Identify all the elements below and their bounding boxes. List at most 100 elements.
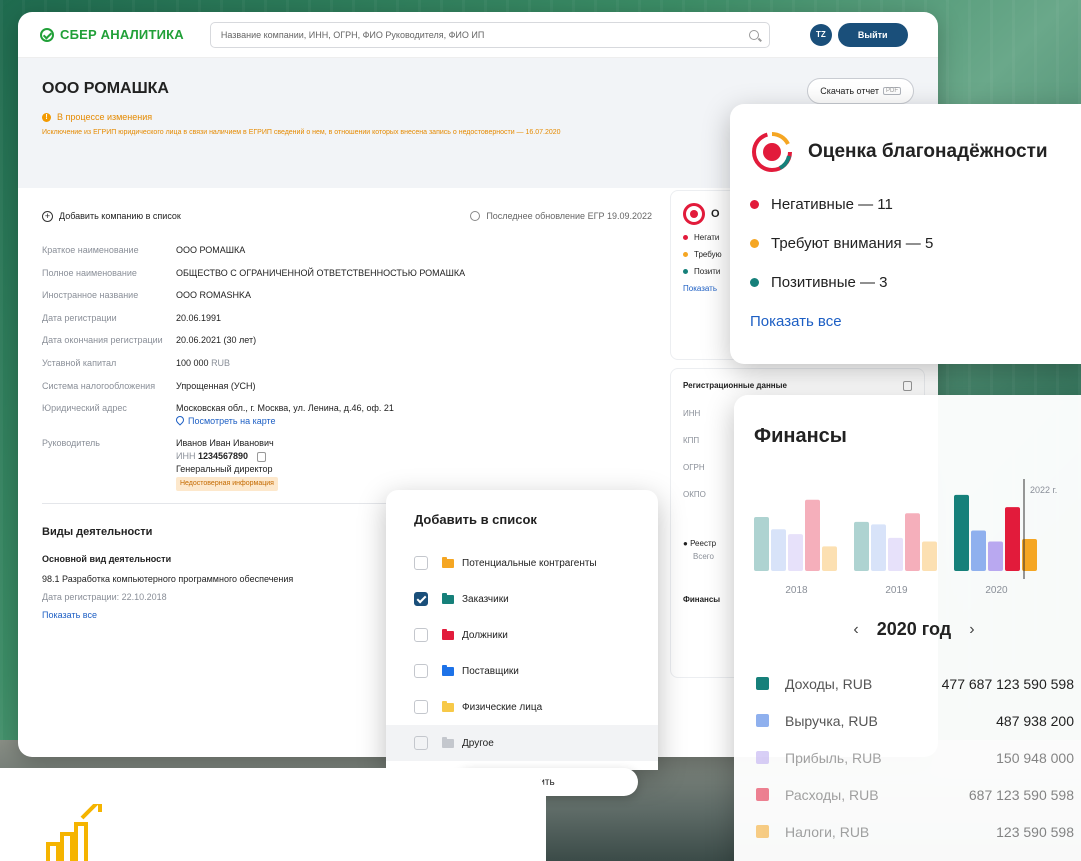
bar-2020-3[interactable] — [1005, 507, 1020, 571]
head-inn-prefix: ИНН — [176, 450, 196, 461]
bar-2019-1[interactable] — [871, 524, 886, 571]
add-to-list-button[interactable]: + Добавить компанию в список — [42, 210, 181, 222]
finance-row-value: 477 687 123 590 598 — [941, 675, 1074, 692]
bar-2018-1[interactable] — [771, 529, 786, 571]
bar-2018-3[interactable] — [805, 499, 820, 571]
finance-row-taxes: Налоги, RUB 123 590 598 — [756, 813, 1074, 850]
checkbox[interactable] — [414, 736, 428, 750]
capital-value: 100 000 — [176, 357, 209, 368]
list-option-label: Потенциальные контрагенты — [462, 557, 597, 569]
finance-row-profit: Прибыль, RUB 150 948 000 — [756, 739, 1074, 776]
avatar[interactable]: TZ — [809, 23, 832, 46]
finance-legend: Доходы, RUB 477 687 123 590 598 Выручка, … — [756, 665, 1074, 850]
finance-row-label: Прибыль, RUB — [785, 749, 882, 766]
list-option-debtors[interactable]: Должники — [414, 617, 630, 653]
download-report-button[interactable]: Скачать отчет PDF — [807, 78, 914, 104]
brand-name: СБЕР АНАЛИТИКА — [60, 27, 184, 42]
finance-row-value: 150 948 000 — [996, 749, 1074, 766]
folder-icon — [442, 628, 454, 640]
finance-bar-chart[interactable]: 2018 2019 2020 2022 г. — [748, 479, 1078, 599]
list-option-label: Должники — [462, 629, 508, 641]
mini-label: Позити — [694, 267, 721, 276]
actions-row: + Добавить компанию в список Последнее о… — [42, 188, 652, 244]
hover-year-label: 2022 г. — [1030, 485, 1057, 495]
finance-row-value: 123 590 598 — [996, 823, 1074, 840]
list-option-label: Поставщики — [462, 665, 519, 677]
reliability-header: Оценка благонадёжности — [750, 130, 1070, 174]
reliability-ring-icon — [752, 132, 792, 172]
chevron-right-icon[interactable]: › — [969, 621, 974, 639]
pdf-icon: PDF — [883, 87, 901, 95]
folder-icon — [442, 736, 454, 748]
orange-dot-icon — [750, 239, 759, 248]
finance-title: Финансы — [754, 425, 847, 447]
finance-row-label: Доходы, RUB — [785, 675, 873, 692]
finance-row-value: 687 123 590 598 — [968, 786, 1074, 803]
bar-2018-0[interactable] — [754, 516, 769, 571]
brand-logo[interactable]: СБЕР АНАЛИТИКА — [40, 27, 184, 42]
search-placeholder[interactable]: Название компании, ИНН, ОГРН, ФИО Руково… — [221, 30, 749, 40]
list-option-label: Физические лица — [462, 701, 543, 713]
registry-label: Реестр — [690, 539, 717, 548]
last-update-text: Последнее обновление ЕГР 19.09.2022 — [486, 211, 652, 221]
detail-label: Краткое наименование — [42, 245, 139, 255]
finance-row-value: 487 938 200 — [996, 712, 1074, 729]
copy-icon[interactable] — [256, 451, 266, 462]
capital-currency: RUB — [211, 357, 231, 368]
logout-button[interactable]: Выйти — [837, 22, 908, 47]
reliability-item-positive[interactable]: Позитивные — 3 — [750, 274, 1070, 291]
bar-2018-2[interactable] — [788, 534, 803, 571]
folder-icon — [442, 556, 454, 568]
legend-swatch — [756, 751, 769, 764]
reliability-item-attention[interactable]: Требуют внимания — 5 — [750, 235, 1070, 252]
reliability-show-all-link[interactable]: Показать все — [750, 313, 1070, 330]
checkbox[interactable] — [414, 628, 428, 642]
finance-row-expenses: Расходы, RUB 687 123 590 598 — [756, 776, 1074, 813]
checkbox[interactable] — [414, 700, 428, 714]
x-tick-label: 2018 — [785, 585, 808, 596]
finance-popup: Финансы 2018 2019 2020 2022 г. ‹ 2020 год ›… — [734, 395, 1081, 861]
bar-2020-2[interactable] — [988, 541, 1003, 571]
list-option-other[interactable]: Другое — [386, 725, 658, 761]
bar-2019-2[interactable] — [888, 537, 903, 571]
finance-row-label: Налоги, RUB — [785, 823, 870, 840]
mini-label: Требую — [694, 250, 722, 259]
checkbox[interactable] — [414, 664, 428, 678]
list-option-suppliers[interactable]: Поставщики — [414, 653, 630, 689]
reliability-item-negative[interactable]: Негативные — 11 — [750, 196, 1070, 213]
warning-icon: ! — [42, 112, 51, 122]
copy-icon[interactable] — [903, 381, 912, 391]
reliability-item-label: Негативные — 11 — [771, 196, 893, 213]
bar-2019-4[interactable] — [922, 541, 937, 571]
selected-year: 2020 год — [876, 619, 952, 639]
detail-label: Полное наименование — [42, 267, 137, 278]
search-field[interactable]: Название компании, ИНН, ОГРН, ФИО Руково… — [209, 21, 770, 48]
status-badge: Недостоверная информация — [176, 477, 278, 491]
checkbox[interactable] — [414, 556, 428, 570]
detail-label: Уставной капитал — [42, 357, 117, 368]
download-report-label: Скачать отчет — [820, 86, 879, 96]
list-option-individuals[interactable]: Физические лица — [414, 689, 630, 725]
search-icon[interactable] — [748, 29, 759, 40]
bar-2020-0[interactable] — [954, 494, 969, 571]
page-title: ООО РОМАШКА — [42, 80, 169, 97]
bar-2019-0[interactable] — [854, 521, 869, 571]
orange-dot-icon — [683, 252, 688, 257]
legend-swatch — [756, 677, 769, 690]
checkbox-checked[interactable] — [414, 592, 428, 606]
chevron-left-icon[interactable]: ‹ — [853, 621, 858, 639]
clock-icon — [470, 211, 481, 221]
list-option-customers[interactable]: Заказчики — [414, 581, 630, 617]
plus-circle-icon: + — [42, 210, 53, 222]
reliability-short-title: О — [711, 208, 720, 220]
list-option-contractors[interactable]: Потенциальные контрагенты — [414, 545, 630, 581]
bar-2019-3[interactable] — [905, 513, 920, 571]
bar-2020-1[interactable] — [971, 530, 986, 571]
reliability-item-label: Позитивные — 3 — [771, 274, 888, 291]
finance-row-income: Доходы, RUB 477 687 123 590 598 — [756, 665, 1074, 702]
registration-title-row: Регистрационные данные — [683, 381, 912, 391]
year-navigator: ‹ 2020 год › — [734, 619, 1081, 640]
growth-chart-icon — [46, 804, 102, 861]
legend-swatch — [756, 788, 769, 801]
bar-2018-4[interactable] — [822, 546, 837, 571]
